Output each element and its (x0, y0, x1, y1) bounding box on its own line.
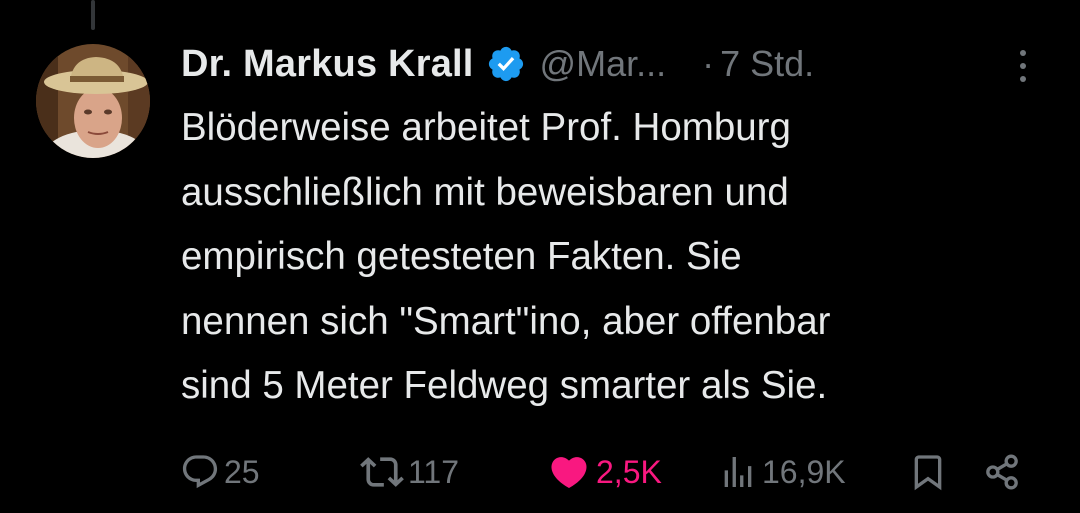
views-count: 16,9K (762, 453, 846, 490)
tweet-actions: 25 117 2,5K 16,9K (180, 446, 1040, 498)
like-count: 2,5K (596, 453, 662, 490)
bookmark-icon (908, 452, 948, 492)
reply-button[interactable]: 25 (180, 446, 260, 498)
repost-button[interactable]: 117 (360, 446, 459, 498)
share-icon (982, 452, 1022, 492)
heart-icon (548, 451, 590, 493)
tweet-header: Dr. Markus Krall @Mar... · 7 Std. (181, 38, 1041, 90)
reply-count: 25 (224, 453, 260, 490)
views-icon (718, 452, 758, 492)
views-button[interactable]: 16,9K (718, 446, 846, 498)
share-button[interactable] (982, 446, 1022, 498)
avatar-image (36, 44, 150, 158)
repost-count: 117 (408, 453, 460, 490)
separator-dot: · (702, 43, 715, 84)
tweet-timestamp[interactable]: 7 Std. (720, 43, 814, 85)
reply-icon (180, 452, 220, 492)
repost-icon (360, 450, 404, 494)
author-handle[interactable]: @Mar... (540, 43, 667, 85)
like-button[interactable]: 2,5K (548, 446, 662, 498)
bookmark-button[interactable] (908, 446, 948, 498)
more-options-icon[interactable] (1005, 46, 1041, 86)
thread-line (91, 0, 95, 30)
verified-badge-icon (486, 44, 526, 84)
author-name[interactable]: Dr. Markus Krall (181, 43, 474, 86)
tweet-text: Blöderweise arbeitet Prof. Homburg aussc… (181, 106, 831, 407)
avatar[interactable] (36, 44, 150, 158)
